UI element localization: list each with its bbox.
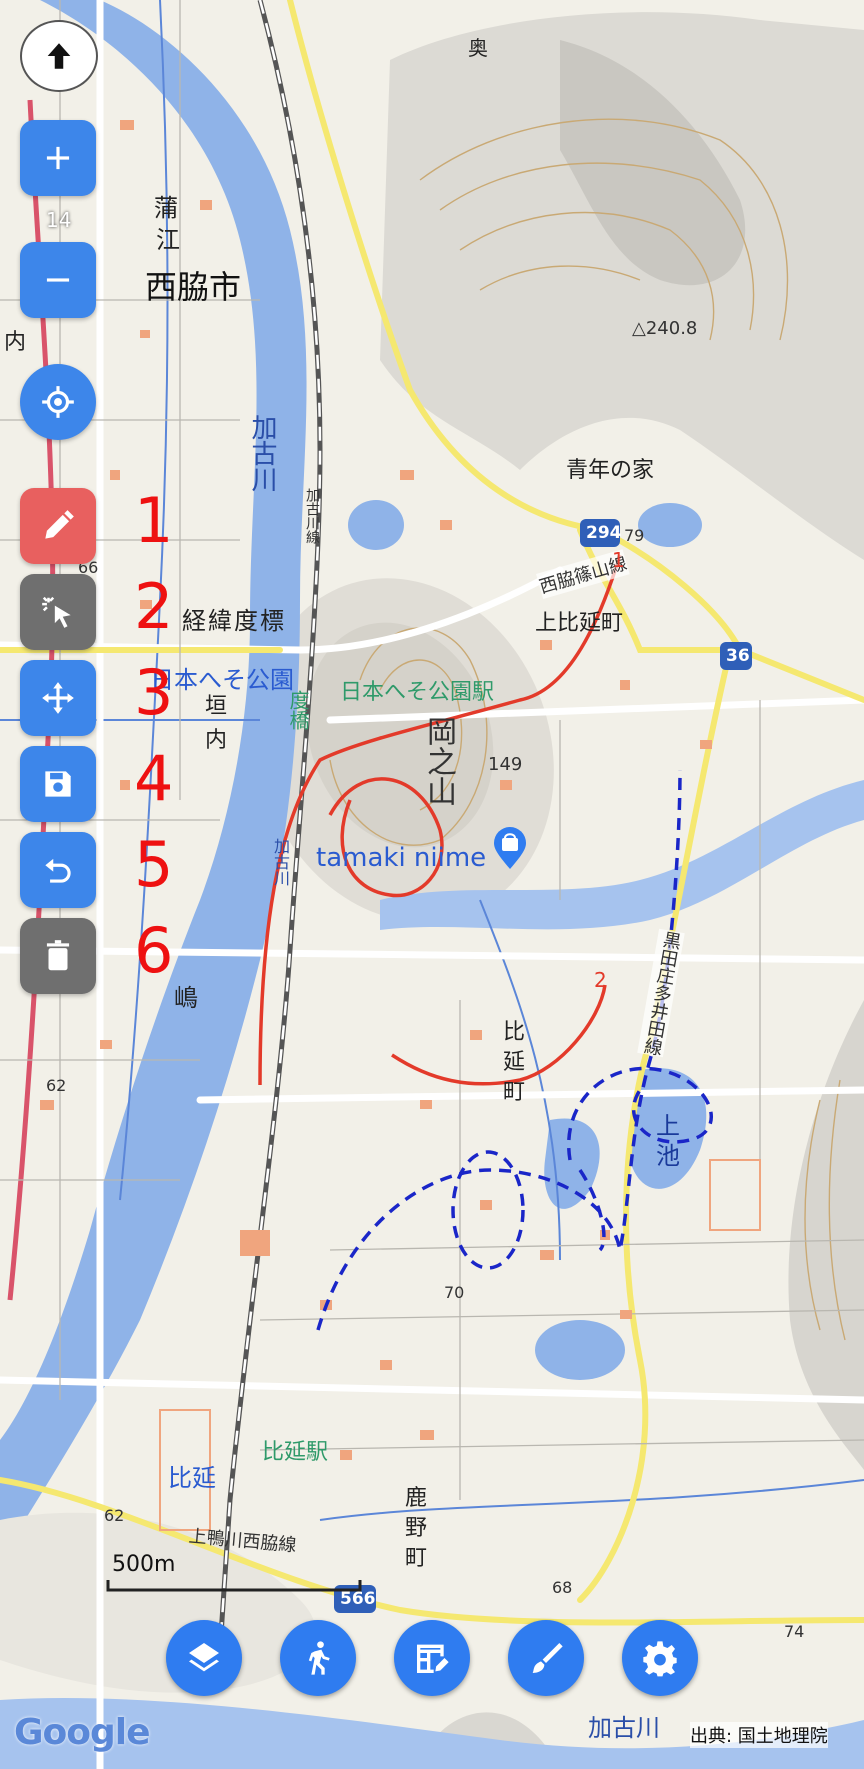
edit-table-button[interactable] bbox=[394, 1620, 470, 1696]
zoom-in-button[interactable] bbox=[20, 120, 96, 196]
place-label: 蒲 bbox=[154, 194, 178, 222]
elevation-label: 70 bbox=[444, 1283, 465, 1302]
edit-table-icon bbox=[417, 1644, 449, 1673]
delete-button[interactable] bbox=[20, 918, 96, 994]
settings-button[interactable] bbox=[622, 1620, 698, 1696]
elevation-label: 62 bbox=[104, 1506, 125, 1525]
undo-icon bbox=[45, 858, 71, 883]
city-label: 西脇市 bbox=[145, 268, 242, 306]
save-button[interactable] bbox=[20, 746, 96, 822]
zoom-out-button[interactable] bbox=[20, 242, 96, 318]
pond-label: 池 bbox=[656, 1142, 680, 1170]
river-label: 加古川 bbox=[588, 1714, 660, 1742]
river-label: 加古川 bbox=[271, 838, 290, 886]
step-number: 2 bbox=[134, 570, 174, 643]
north-up-button[interactable] bbox=[20, 20, 98, 92]
place-label: 青年の家 bbox=[566, 458, 655, 483]
place-label: 野 bbox=[405, 1516, 428, 1541]
place-label: 町 bbox=[503, 1080, 526, 1105]
brush-icon bbox=[532, 1643, 563, 1673]
brush-button[interactable] bbox=[508, 1620, 584, 1696]
place-label: 延 bbox=[503, 1050, 526, 1075]
station-label: 比延 bbox=[168, 1464, 216, 1492]
step-number: 5 bbox=[134, 828, 174, 901]
place-label: 奥 bbox=[468, 36, 488, 60]
route-shield-label: 36 bbox=[726, 646, 750, 666]
settings-icon bbox=[643, 1641, 677, 1677]
minus-icon bbox=[46, 278, 70, 282]
place-label: 内 bbox=[205, 728, 228, 753]
zoom-level: 14 bbox=[46, 208, 72, 232]
place-label: 比 bbox=[503, 1020, 526, 1045]
shopping-bag-icon[interactable] bbox=[492, 827, 528, 869]
google-logo: Google bbox=[14, 1712, 151, 1753]
station-label: 比延駅 bbox=[262, 1440, 329, 1465]
draw-button[interactable] bbox=[20, 488, 96, 564]
place-label: 江 bbox=[156, 226, 180, 254]
select-button[interactable] bbox=[20, 574, 96, 650]
plus-icon bbox=[46, 146, 70, 170]
layers-button[interactable] bbox=[166, 1620, 242, 1696]
pencil-icon bbox=[45, 510, 74, 539]
route-shield-label: 294 bbox=[586, 523, 622, 543]
step-number: 3 bbox=[134, 656, 174, 729]
place-label: 経緯度標 bbox=[182, 607, 286, 635]
step-number: 4 bbox=[134, 742, 174, 815]
undo-button[interactable] bbox=[20, 832, 96, 908]
elevation-label: 149 bbox=[488, 754, 523, 775]
move-arrows-icon bbox=[42, 682, 74, 714]
crosshair-icon bbox=[42, 386, 74, 418]
route-1-marker: 1 bbox=[612, 548, 625, 572]
layers-icon bbox=[189, 1643, 219, 1672]
place-label: 町 bbox=[405, 1546, 428, 1571]
poi-label[interactable]: tamaki niime bbox=[316, 843, 486, 873]
elevation-label: 68 bbox=[552, 1578, 573, 1597]
station-label: 日本へそ公園駅 bbox=[340, 680, 495, 705]
arrow-up-icon bbox=[47, 43, 71, 69]
elevation-label: △240.8 bbox=[632, 318, 698, 339]
locate-button[interactable] bbox=[20, 364, 96, 440]
floppy-disk-icon bbox=[45, 771, 71, 797]
bridge-label: 度橋 bbox=[286, 690, 310, 730]
attribution: 出典: 国土地理院 bbox=[690, 1722, 828, 1748]
place-label: 嶋 bbox=[174, 984, 198, 1012]
elevation-label: 62 bbox=[46, 1076, 67, 1095]
road-label: 加古川線 bbox=[304, 488, 320, 544]
step-number: 6 bbox=[134, 914, 174, 987]
mountain-label: 岡之山 bbox=[421, 716, 456, 806]
route-shield-label: 566 bbox=[340, 1589, 376, 1609]
map-canvas[interactable] bbox=[0, 0, 864, 1769]
scale-label: 500m bbox=[112, 1552, 176, 1577]
river-label: 加古川 bbox=[247, 414, 277, 492]
walk-icon bbox=[308, 1641, 330, 1675]
elevation-label: 79 bbox=[624, 526, 645, 545]
place-label: 上比延町 bbox=[535, 611, 624, 636]
step-number: 1 bbox=[134, 484, 174, 557]
elevation-label: 74 bbox=[784, 1622, 805, 1641]
move-button[interactable] bbox=[20, 660, 96, 736]
place-label: 内 bbox=[4, 330, 27, 355]
cursor-select-icon bbox=[42, 596, 71, 628]
walk-button[interactable] bbox=[280, 1620, 356, 1696]
trash-icon bbox=[46, 940, 70, 971]
place-label: 鹿 bbox=[405, 1486, 428, 1511]
route-2-marker: 2 bbox=[594, 968, 607, 992]
